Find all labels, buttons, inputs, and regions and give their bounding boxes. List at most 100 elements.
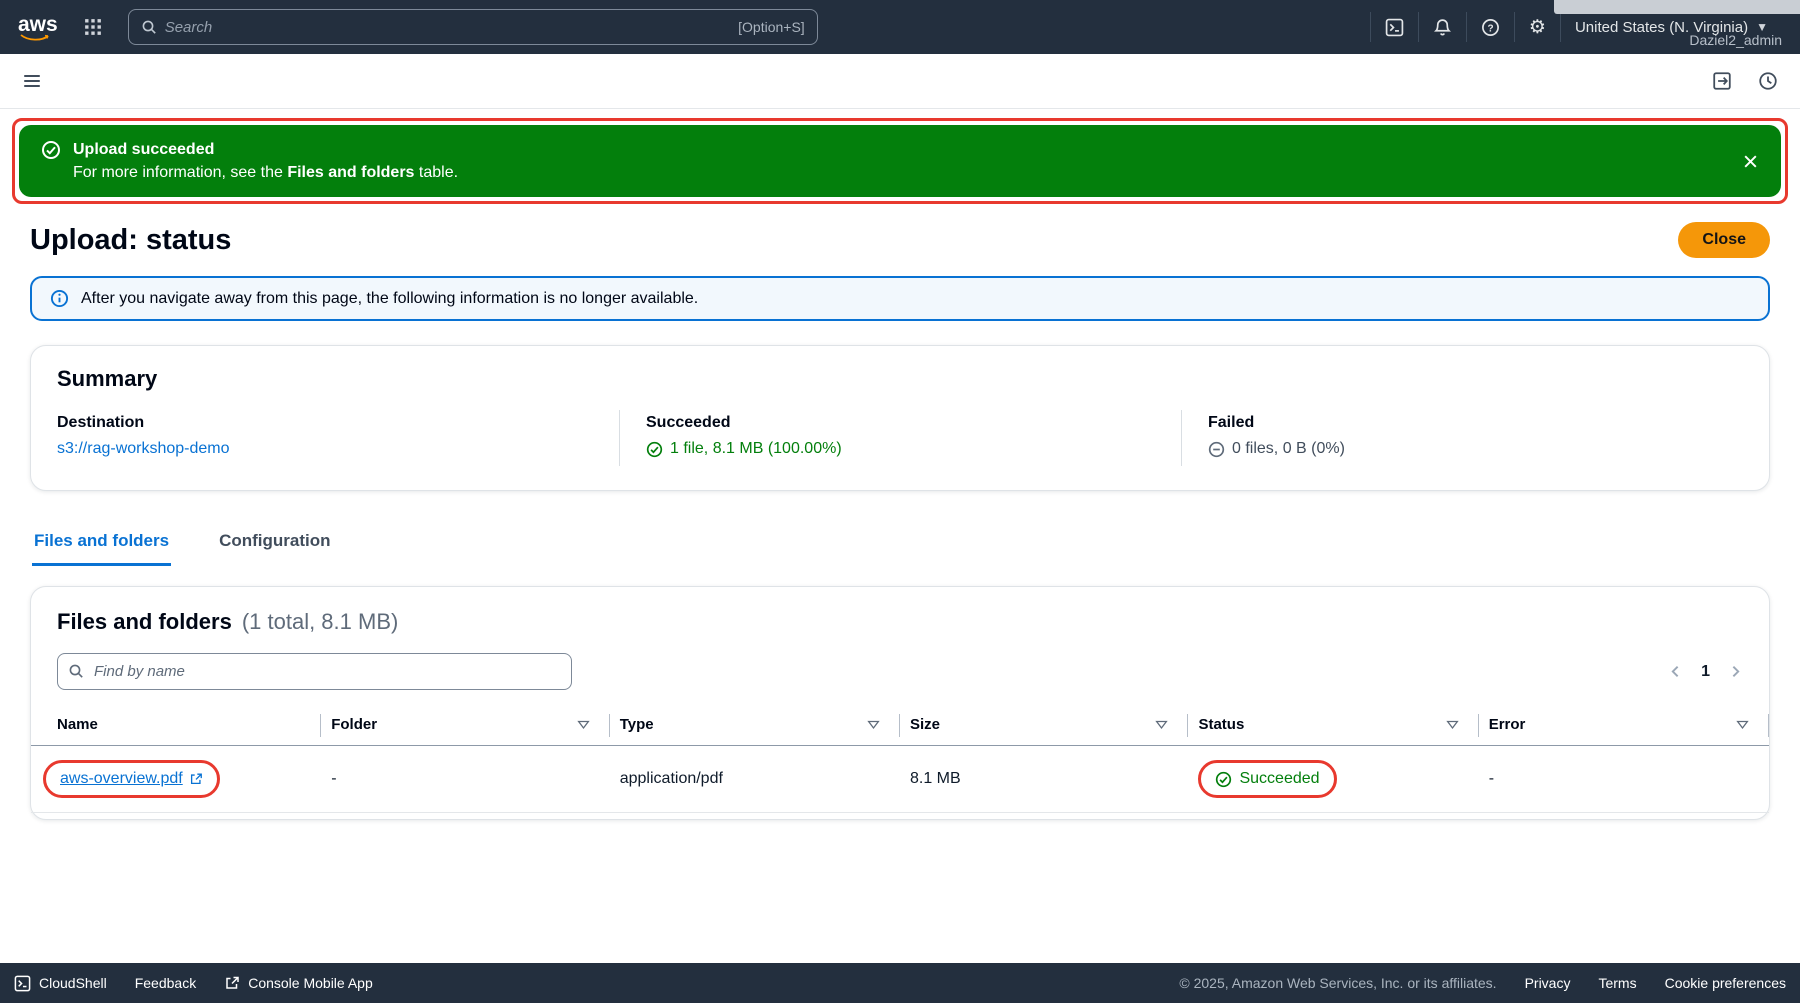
console-footer: CloudShell Feedback Console Mobile App ©…	[0, 963, 1800, 1003]
search-icon	[141, 19, 157, 35]
annotation-highlight-filename: aws-overview.pdf	[43, 760, 220, 798]
column-header-folder[interactable]: Folder	[321, 706, 610, 746]
table-toolbar: 1	[31, 635, 1769, 696]
files-panel-counter: (1 total, 8.1 MB)	[242, 609, 399, 635]
help-icon[interactable]: ?	[1466, 12, 1514, 42]
flash-message: For more information, see the Files and …	[73, 161, 458, 184]
history-clock-icon[interactable]	[1758, 71, 1778, 91]
filter-dropdown-icon[interactable]	[867, 718, 880, 731]
cell-type: application/pdf	[610, 746, 900, 813]
annotation-highlight-status: Succeeded	[1198, 760, 1336, 798]
column-header-type[interactable]: Type	[610, 706, 900, 746]
cloudshell-icon[interactable]	[1370, 12, 1418, 42]
files-table: Name Folder Type	[31, 706, 1769, 813]
tab-files-and-folders[interactable]: Files and folders	[32, 521, 171, 566]
copyright-text: © 2025, Amazon Web Services, Inc. or its…	[1179, 975, 1496, 991]
success-check-circle-icon	[41, 140, 61, 160]
destination-label: Destination	[57, 414, 593, 432]
filter-dropdown-icon[interactable]	[1446, 718, 1459, 731]
cell-size: 8.1 MB	[900, 746, 1189, 813]
tab-configuration[interactable]: Configuration	[217, 521, 332, 566]
summary-grid: Destination s3://rag-workshop-demo Succe…	[57, 410, 1743, 466]
find-by-name-field	[57, 653, 572, 690]
column-header-name[interactable]: Name	[31, 706, 321, 746]
footer-feedback[interactable]: Feedback	[135, 975, 196, 991]
services-grid-icon[interactable]	[76, 10, 110, 44]
hamburger-menu-icon[interactable]	[22, 71, 42, 91]
column-label: Name	[57, 716, 98, 733]
cell-folder: -	[321, 746, 610, 813]
footer-cookie-preferences-link[interactable]: Cookie preferences	[1665, 975, 1786, 991]
success-check-circle-icon	[1215, 771, 1232, 788]
failed-value: 0 files, 0 B (0%)	[1232, 440, 1345, 458]
summary-title: Summary	[57, 366, 1743, 392]
notifications-bell-icon[interactable]	[1418, 12, 1466, 42]
global-search[interactable]: [Option+S]	[128, 9, 818, 45]
pagination: 1	[1668, 663, 1743, 681]
summary-destination: Destination s3://rag-workshop-demo	[57, 410, 619, 466]
cell-error: -	[1479, 746, 1769, 813]
flash-dismiss-icon[interactable]	[1742, 153, 1759, 170]
flash-title: Upload succeeded	[73, 138, 458, 161]
file-name: aws-overview.pdf	[60, 770, 183, 788]
footer-privacy-link[interactable]: Privacy	[1525, 975, 1571, 991]
tab-list: Files and folders Configuration	[30, 521, 1770, 566]
cell-name: aws-overview.pdf	[31, 746, 321, 813]
find-by-name-input[interactable]	[57, 653, 572, 690]
destination-link[interactable]: s3://rag-workshop-demo	[57, 440, 230, 458]
aws-logo[interactable]: aws	[18, 14, 58, 41]
footer-cloudshell[interactable]: CloudShell	[14, 975, 107, 992]
search-shortcut-hint: [Option+S]	[738, 19, 805, 35]
succeeded-label: Succeeded	[646, 414, 1155, 432]
info-alert-text: After you navigate away from this page, …	[81, 290, 698, 308]
failed-label: Failed	[1208, 414, 1717, 432]
summary-succeeded: Succeeded 1 file, 8.1 MB (100.00%)	[619, 410, 1181, 466]
settings-gear-icon[interactable]: ⚙	[1514, 12, 1560, 42]
main-content: Upload: status Close After you navigate …	[0, 222, 1800, 820]
next-page-icon[interactable]	[1728, 664, 1743, 679]
files-and-folders-card: Files and folders (1 total, 8.1 MB) 1	[30, 586, 1770, 820]
mobile-app-label: Console Mobile App	[248, 975, 373, 991]
footer-console-mobile-app[interactable]: Console Mobile App	[224, 975, 373, 991]
annotation-highlight-flash: Upload succeeded For more information, s…	[12, 118, 1788, 204]
filter-dropdown-icon[interactable]	[1736, 718, 1749, 731]
aws-logo-text: aws	[18, 13, 58, 36]
footer-terms-link[interactable]: Terms	[1598, 975, 1636, 991]
current-page-number[interactable]: 1	[1701, 663, 1710, 681]
flash-message-bold: Files and folders	[287, 164, 414, 181]
aws-smile-icon	[20, 34, 50, 41]
column-header-status[interactable]: Status	[1188, 706, 1478, 746]
filter-dropdown-icon[interactable]	[577, 718, 590, 731]
table-row: aws-overview.pdf - application/pdf 8.1 M…	[31, 746, 1769, 813]
status-text: Succeeded	[1239, 770, 1319, 788]
mobile-app-icon	[224, 975, 240, 991]
redacted-account-area	[1554, 0, 1800, 14]
open-panel-icon[interactable]	[1712, 71, 1732, 91]
column-divider	[1768, 714, 1769, 737]
column-header-size[interactable]: Size	[900, 706, 1189, 746]
succeeded-value: 1 file, 8.1 MB (100.00%)	[670, 440, 842, 458]
feedback-label: Feedback	[135, 975, 196, 991]
cloudshell-icon	[14, 975, 31, 992]
cell-status: Succeeded	[1188, 746, 1478, 813]
account-name: Daziel2_admin	[1689, 32, 1782, 48]
external-link-icon	[189, 772, 203, 786]
top-navigation: aws [Option+S] ? ⚙ United States (N. Vir…	[0, 0, 1800, 54]
column-header-error[interactable]: Error	[1479, 706, 1769, 746]
minus-circle-icon	[1208, 441, 1225, 458]
flash-message-prefix: For more information, see the	[73, 164, 287, 181]
files-panel-header: Files and folders (1 total, 8.1 MB)	[31, 587, 1769, 635]
page-header: Upload: status Close	[30, 222, 1770, 258]
filter-dropdown-icon[interactable]	[1155, 718, 1168, 731]
info-alert: After you navigate away from this page, …	[30, 276, 1770, 321]
file-link[interactable]: aws-overview.pdf	[60, 770, 203, 788]
info-icon	[50, 289, 69, 308]
column-label: Status	[1198, 716, 1244, 733]
console-sub-navigation	[0, 54, 1800, 109]
files-panel-title: Files and folders	[57, 609, 232, 635]
close-button[interactable]: Close	[1678, 222, 1770, 258]
global-search-input[interactable]	[165, 19, 730, 36]
column-label: Size	[910, 716, 940, 733]
column-label: Error	[1489, 716, 1526, 733]
previous-page-icon[interactable]	[1668, 664, 1683, 679]
